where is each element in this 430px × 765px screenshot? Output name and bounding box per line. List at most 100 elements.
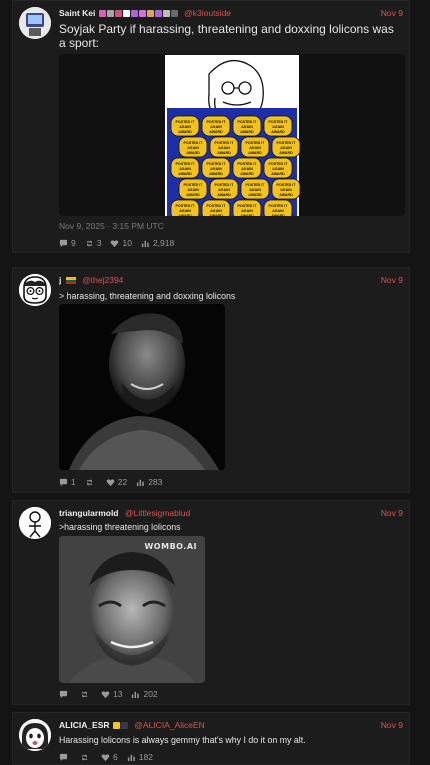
view-count[interactable]: 202 bbox=[131, 689, 158, 699]
award-badge: POSTED ITAGAINAWARD bbox=[263, 199, 293, 216]
reply-count[interactable] bbox=[59, 753, 71, 762]
svg-text:AWARD: AWARD bbox=[279, 193, 293, 197]
like-count[interactable]: 13 bbox=[101, 689, 122, 699]
repost-icon bbox=[86, 478, 92, 486]
post-header: j @thej2394 Nov 9 bbox=[59, 273, 403, 287]
heart-icon bbox=[111, 239, 119, 247]
repost-count[interactable] bbox=[80, 690, 92, 699]
like-count[interactable]: 6 bbox=[101, 752, 118, 762]
author-handle[interactable]: @k3ioutside bbox=[184, 8, 231, 18]
like-count[interactable]: 10 bbox=[110, 238, 132, 248]
bar-chart-icon bbox=[141, 240, 149, 247]
svg-text:POSTED IT: POSTED IT bbox=[184, 141, 204, 145]
reply-count[interactable] bbox=[59, 690, 71, 699]
comment-icon bbox=[59, 478, 68, 486]
award-badge: POSTED ITAGAINAWARD bbox=[263, 157, 293, 179]
heart-icon bbox=[106, 478, 115, 486]
author-name[interactable]: Saint Kei bbox=[59, 8, 95, 18]
award-badge: POSTED ITAGAINAWARD bbox=[178, 178, 208, 200]
post-card[interactable]: ALICIA_ESR @ALICIA_AliceEN Nov 9 Harassi… bbox=[12, 712, 410, 765]
svg-text:AGAIN: AGAIN bbox=[241, 209, 253, 213]
post-header: ALICIA_ESR @ALICIA_AliceEN Nov 9 bbox=[59, 718, 403, 732]
comment-icon bbox=[59, 753, 68, 761]
reply-count[interactable]: 9 bbox=[59, 238, 76, 248]
avatar[interactable] bbox=[19, 274, 51, 306]
post-stats: 13 202 bbox=[59, 688, 158, 700]
like-count[interactable]: 22 bbox=[106, 477, 127, 487]
svg-text:AWARD: AWARD bbox=[186, 151, 200, 155]
post-text: >harassing threatening lolicons bbox=[59, 522, 181, 532]
award-badge: POSTED ITAGAINAWARD bbox=[209, 178, 239, 200]
svg-text:POSTED IT: POSTED IT bbox=[269, 120, 289, 124]
svg-text:AGAIN: AGAIN bbox=[241, 167, 253, 171]
author-handle[interactable]: @ALICIA_AliceEN bbox=[134, 720, 205, 730]
heart-icon bbox=[101, 690, 110, 698]
post-date[interactable]: Nov 9 bbox=[381, 506, 403, 520]
svg-text:POSTED IT: POSTED IT bbox=[269, 204, 289, 208]
post-text: > harassing, threatening and doxxing lol… bbox=[59, 291, 236, 301]
view-count-value: 283 bbox=[148, 477, 163, 487]
post-date[interactable]: Nov 9 bbox=[381, 718, 403, 732]
post-stats: 1 22 283 bbox=[59, 476, 162, 488]
view-count[interactable]: 182 bbox=[127, 752, 153, 762]
author-handle[interactable]: @Littlesigmablud bbox=[125, 508, 190, 518]
award-badge: POSTED ITAGAINAWARD bbox=[201, 157, 231, 179]
svg-text:AGAIN: AGAIN bbox=[272, 125, 284, 129]
reply-count[interactable]: 1 bbox=[59, 477, 76, 487]
svg-text:AGAIN: AGAIN bbox=[218, 188, 230, 192]
emoji-icon bbox=[122, 10, 130, 18]
svg-text:POSTED IT: POSTED IT bbox=[269, 162, 289, 166]
post-image[interactable] bbox=[59, 304, 225, 470]
avatar[interactable] bbox=[19, 719, 51, 751]
view-count[interactable]: 2,918 bbox=[141, 238, 174, 248]
repost-count[interactable] bbox=[80, 753, 92, 762]
author-handle[interactable]: @thej2394 bbox=[82, 275, 123, 285]
svg-text:POSTED IT: POSTED IT bbox=[238, 162, 258, 166]
post-timestamp: Nov 9, 2025 · 3:15 PM UTC bbox=[59, 221, 164, 231]
svg-text:POSTED IT: POSTED IT bbox=[246, 183, 266, 187]
post-card[interactable]: Saint Kei @k3ioutside Nov 9 Soyjak Party… bbox=[12, 0, 410, 253]
emoji-icon bbox=[130, 10, 138, 18]
stick-figure-avatar-icon bbox=[19, 507, 51, 539]
emoji-icon bbox=[120, 722, 128, 730]
svg-text:AWARD: AWARD bbox=[178, 172, 192, 176]
author-name[interactable]: triangularmold bbox=[59, 508, 119, 518]
repost-count[interactable]: 3 bbox=[85, 238, 102, 248]
award-badge: POSTED ITAGAINAWARD bbox=[178, 136, 208, 158]
award-badge: POSTED ITAGAINAWARD bbox=[201, 115, 231, 137]
svg-text:AWARD: AWARD bbox=[240, 214, 254, 216]
post-card[interactable]: triangularmold @Littlesigmablud Nov 9 >h… bbox=[12, 500, 410, 705]
svg-text:AWARD: AWARD bbox=[217, 151, 231, 155]
svg-text:AWARD: AWARD bbox=[209, 214, 223, 216]
chad-ai-photo bbox=[59, 536, 205, 683]
repost-count-value: 3 bbox=[96, 238, 102, 248]
post-image[interactable]: POSTED IT AGAIN AWARD POSTED IT AGAIN AWARD PO… bbox=[59, 54, 405, 216]
svg-text:AGAIN: AGAIN bbox=[218, 146, 230, 150]
svg-text:POSTED IT: POSTED IT bbox=[176, 120, 196, 124]
repost-count[interactable] bbox=[85, 478, 97, 487]
svg-text:AWARD: AWARD bbox=[240, 172, 254, 176]
svg-text:AGAIN: AGAIN bbox=[210, 167, 222, 171]
emoji-icon bbox=[170, 10, 178, 18]
svg-text:AWARD: AWARD bbox=[271, 214, 285, 216]
svg-text:POSTED IT: POSTED IT bbox=[277, 141, 297, 145]
view-count[interactable]: 283 bbox=[136, 477, 162, 487]
author-name[interactable]: ALICIA_ESR bbox=[59, 720, 110, 730]
award-badge: POSTED ITAGAINAWARD bbox=[271, 178, 301, 200]
svg-text:AGAIN: AGAIN bbox=[280, 146, 292, 150]
svg-text:AWARD: AWARD bbox=[271, 172, 285, 176]
svg-text:AGAIN: AGAIN bbox=[210, 209, 222, 213]
svg-text:POSTED IT: POSTED IT bbox=[207, 162, 227, 166]
avatar[interactable] bbox=[19, 507, 51, 539]
comment-icon bbox=[59, 690, 68, 698]
award-badge: POSTED ITAGAINAWARD bbox=[240, 178, 270, 200]
svg-text:AGAIN: AGAIN bbox=[280, 188, 292, 192]
avatar[interactable] bbox=[19, 7, 51, 39]
post-date[interactable]: Nov 9 bbox=[381, 273, 403, 287]
post-card[interactable]: j @thej2394 Nov 9 > harassing, threateni… bbox=[12, 267, 410, 493]
author-name[interactable]: j bbox=[59, 275, 61, 285]
chad-photo bbox=[59, 304, 225, 470]
post-image[interactable]: WOMBO.AI bbox=[59, 536, 205, 683]
post-date[interactable]: Nov 9 bbox=[381, 6, 403, 20]
svg-text:AWARD: AWARD bbox=[178, 130, 192, 134]
